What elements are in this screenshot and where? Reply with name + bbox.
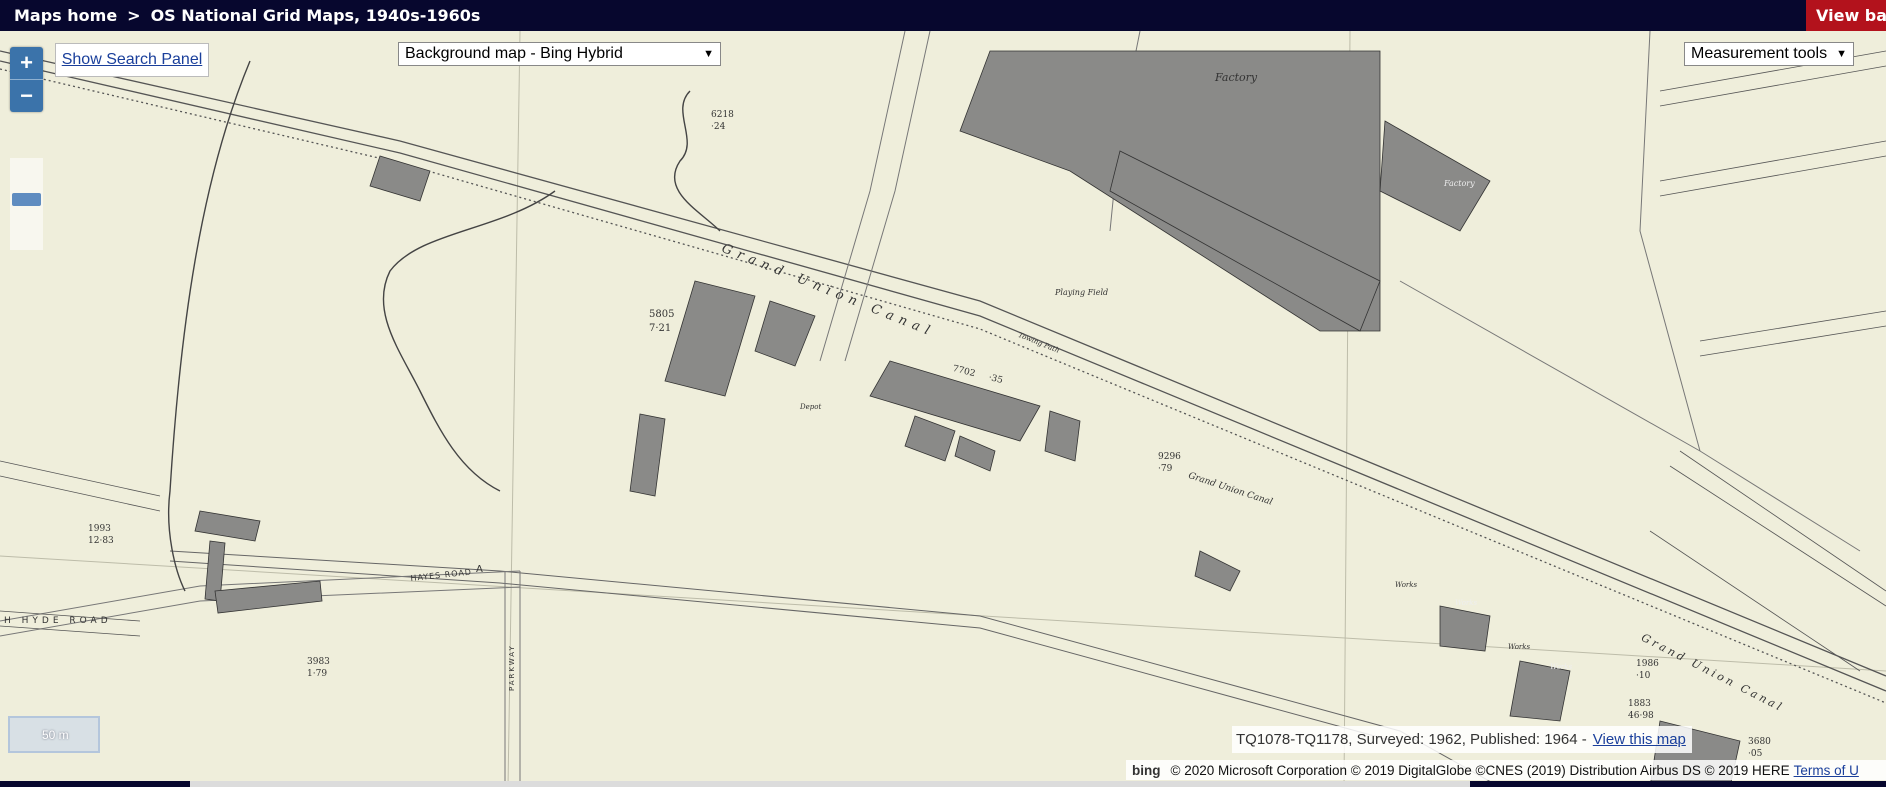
parcel-3983-area: 1·79 <box>307 669 328 679</box>
parcel-1986: 1986 ·10 <box>1636 658 1659 682</box>
parcel-9296: 9296 ·79 <box>1158 451 1181 475</box>
chevron-down-icon: ▼ <box>1836 48 1847 60</box>
label-hyde-road: H HYDE ROAD <box>4 616 112 626</box>
label-factory-2: Factory <box>1444 179 1475 188</box>
bottom-strip-right <box>1470 781 1886 787</box>
view-basic-button[interactable]: View basi <box>1806 0 1886 31</box>
label-factory-1: Factory <box>1215 71 1258 84</box>
parcel-1883-number: 1883 <box>1628 699 1651 709</box>
breadcrumb: Maps home > OS National Grid Maps, 1940s… <box>14 6 480 25</box>
parcel-5805-area: 7·21 <box>649 323 672 334</box>
parcel-6218: 6218 ·24 <box>711 109 734 133</box>
top-bar: Maps home > OS National Grid Maps, 1940s… <box>0 0 1886 31</box>
breadcrumb-current: OS National Grid Maps, 1940s-1960s <box>150 6 481 25</box>
zoom-control: + − <box>10 47 43 112</box>
parcel-1986-number: 1986 <box>1636 659 1659 669</box>
label-parkway: PARKWAY <box>508 644 516 691</box>
map-canvas[interactable]: Factory Factory Grand Union Canal Grand … <box>0 31 1886 787</box>
map-layer <box>0 31 1886 787</box>
label-works-2: Works <box>1455 599 1478 607</box>
terms-of-use-link[interactable]: Terms of U <box>1794 763 1859 778</box>
river <box>167 60 721 592</box>
attribution-text: © 2020 Microsoft Corporation © 2019 Digi… <box>1170 762 1790 778</box>
parcel-1883: 1883 46·98 <box>1628 698 1654 722</box>
parcel-1993-area: 12·83 <box>88 536 114 546</box>
parcel-9296-area: ·79 <box>1158 464 1173 474</box>
buildings <box>194 50 1741 787</box>
terraces <box>0 50 1886 672</box>
zoom-in-button[interactable]: + <box>10 47 43 80</box>
scale-bar-label: 50 m <box>42 728 69 742</box>
label-works-3: Works <box>1508 643 1531 651</box>
label-works-1: Works <box>1395 581 1418 589</box>
zoom-slider-handle[interactable] <box>12 193 41 206</box>
background-map-select-value: Background map - Bing Hybrid <box>405 45 623 62</box>
parcel-1993: 1993 12·83 <box>88 523 114 547</box>
breadcrumb-home-link[interactable]: Maps home <box>14 6 117 25</box>
bottom-strip-left <box>0 781 190 787</box>
scale-bar: 50 m <box>8 716 100 753</box>
parcel-5805: 5805 7·21 <box>649 308 674 336</box>
map-sheet-info: TQ1078-TQ1178, Surveyed: 1962, Published… <box>1232 726 1692 753</box>
parcel-6218-number: 6218 <box>711 110 734 120</box>
parcel-6218-area: ·24 <box>711 122 726 132</box>
parcel-3983: 3983 1·79 <box>307 656 330 680</box>
bing-logo: bing <box>1132 762 1161 778</box>
chevron-down-icon: ▼ <box>703 48 714 60</box>
background-map-select[interactable]: Background map - Bing Hybrid ▼ <box>398 42 721 66</box>
parcel-1993-number: 1993 <box>88 524 111 534</box>
zoom-out-button[interactable]: − <box>10 80 43 112</box>
parcel-1883-area: 46·98 <box>1628 711 1654 721</box>
view-this-map-link[interactable]: View this map <box>1593 731 1686 748</box>
attribution-bar: bing © 2020 Microsoft Corporation © 2019… <box>1126 760 1886 780</box>
label-depot: Depot <box>800 403 822 411</box>
bottom-strip <box>0 781 1886 787</box>
parcel-9296-number: 9296 <box>1158 452 1181 462</box>
parcel-3680-number: 3680 <box>1748 737 1771 747</box>
parcel-3680-area: ·05 <box>1748 749 1763 759</box>
measurement-tools-select-value: Measurement tools <box>1691 45 1828 62</box>
map-sheet-info-text: TQ1078-TQ1178, Surveyed: 1962, Published… <box>1236 731 1587 748</box>
parcel-5805-number: 5805 <box>649 309 675 320</box>
parcel-1986-area: ·10 <box>1636 671 1651 681</box>
show-search-panel-label: Show Search Panel <box>61 51 203 68</box>
measurement-tools-select[interactable]: Measurement tools ▼ <box>1684 42 1854 66</box>
label-road-a: A <box>476 564 483 575</box>
breadcrumb-separator: > <box>127 6 141 25</box>
parcel-3983-number: 3983 <box>307 657 330 667</box>
label-works-4: Works <box>1550 663 1573 671</box>
show-search-panel-button[interactable]: Show Search Panel <box>55 43 209 77</box>
parcel-3680: 3680 ·05 <box>1748 736 1771 760</box>
label-playing-field: Playing Field <box>1055 288 1109 297</box>
